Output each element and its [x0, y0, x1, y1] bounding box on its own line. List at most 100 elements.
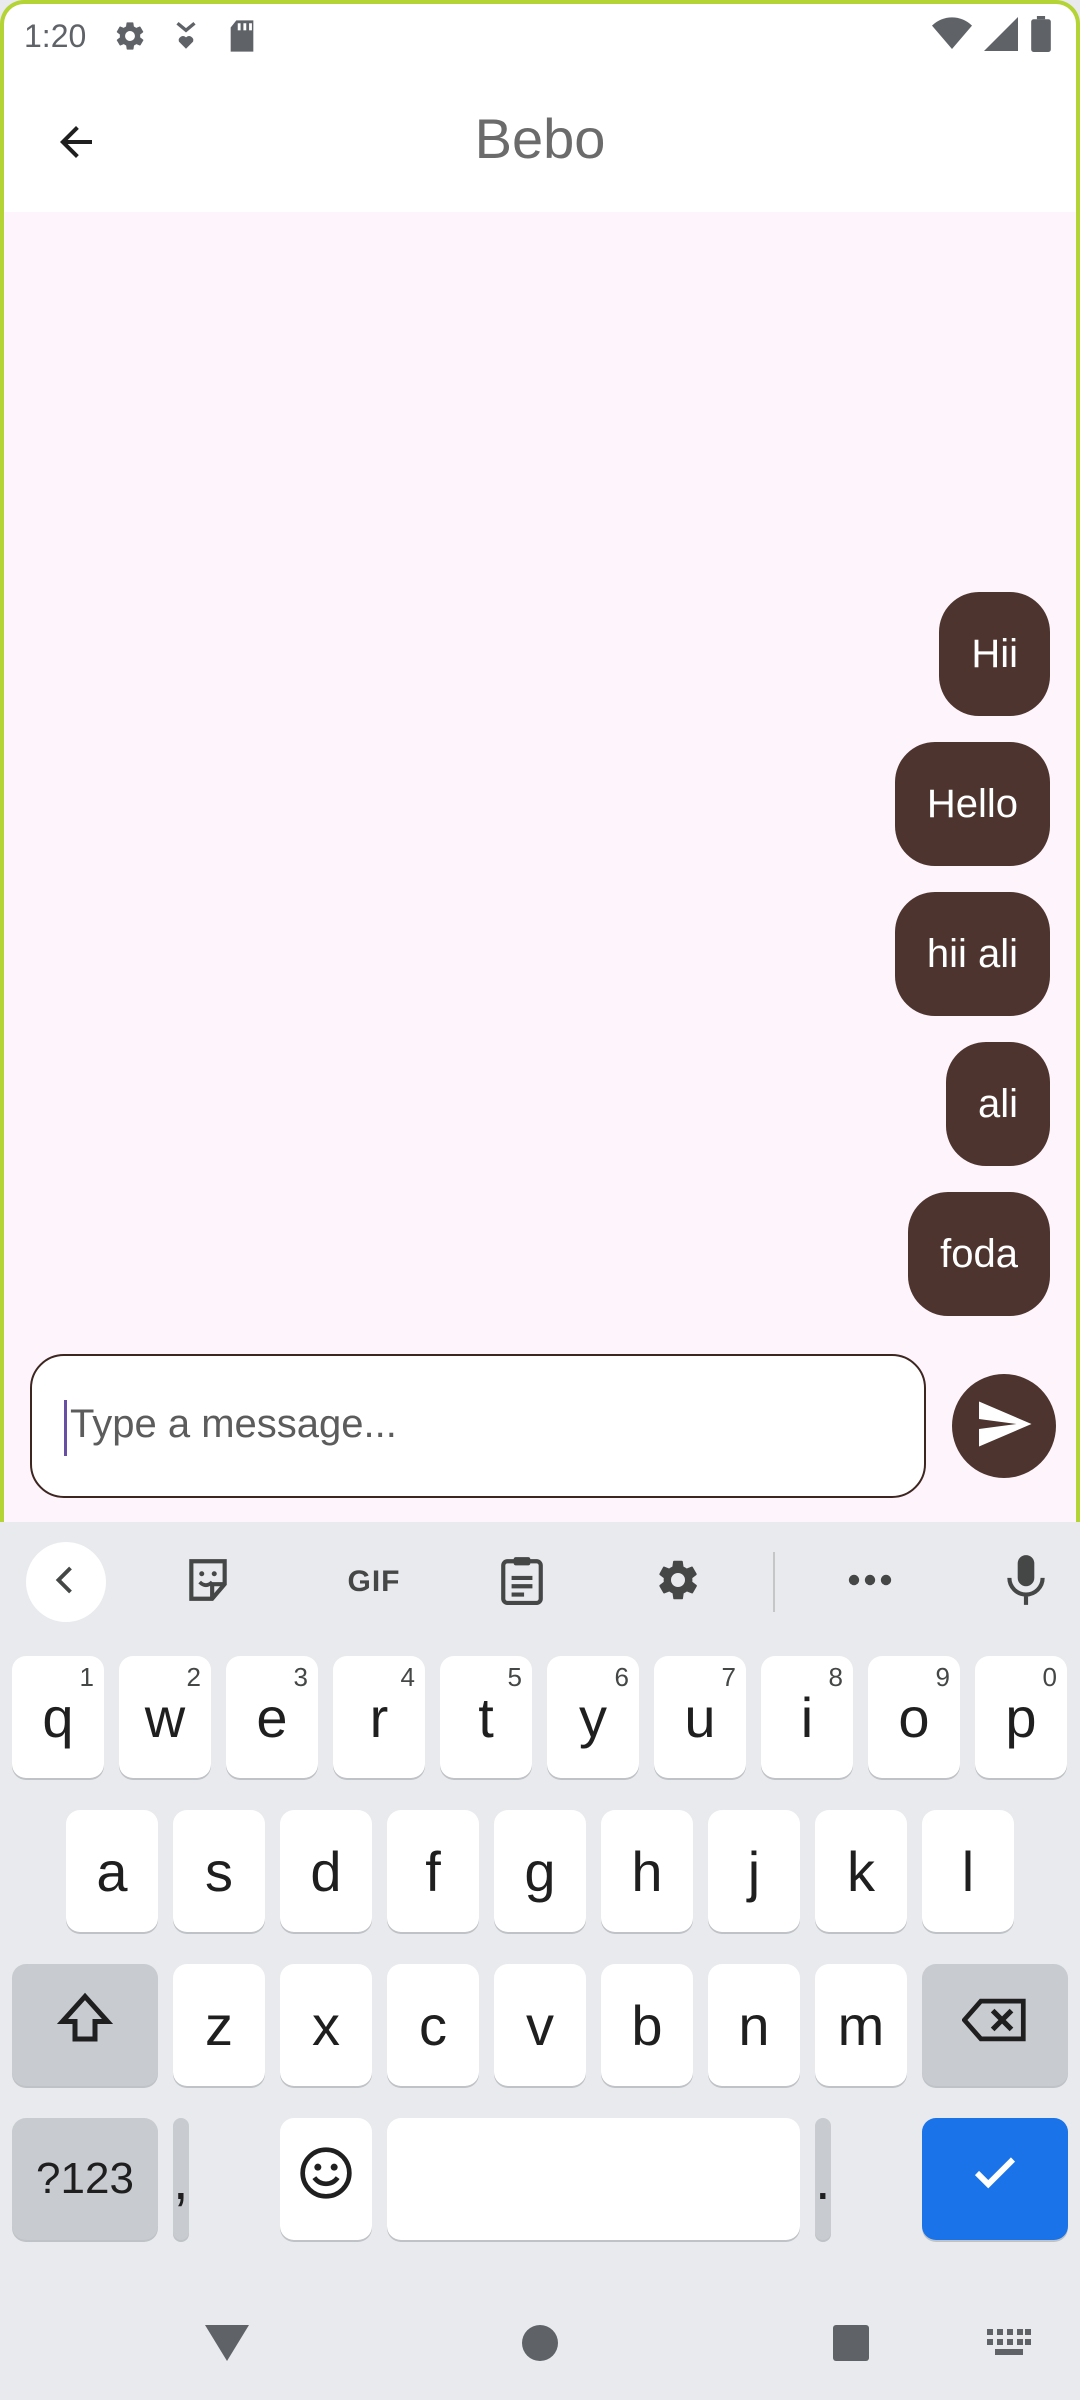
soft-keyboard: GIF q 1 w 2 e 3 r 4 t 5 y 6 u 7 i 8 o 9 … — [0, 1522, 1080, 2400]
period-key[interactable]: . — [815, 2118, 831, 2240]
microphone-icon — [1004, 1553, 1048, 1612]
key-e[interactable]: e3 — [226, 1656, 318, 1778]
key-c[interactable]: c — [387, 1964, 479, 2086]
key-label: o — [898, 1685, 930, 1749]
more-options-button[interactable] — [830, 1542, 910, 1622]
nav-back-button[interactable] — [192, 2310, 262, 2380]
keyboard-settings-button[interactable] — [638, 1542, 718, 1622]
send-icon — [974, 1394, 1034, 1459]
key-w[interactable]: w2 — [119, 1656, 211, 1778]
shift-key[interactable] — [12, 1964, 158, 2086]
download-heart-icon — [166, 16, 206, 56]
key-i[interactable]: i8 — [761, 1656, 853, 1778]
key-d[interactable]: d — [280, 1810, 372, 1932]
key-hint: 0 — [1042, 1662, 1057, 1692]
key-q[interactable]: q1 — [12, 1656, 104, 1778]
key-v[interactable]: v — [494, 1964, 586, 2086]
key-label: q — [42, 1685, 74, 1749]
chat-area[interactable]: Hii Hello hii ali ali foda — [4, 212, 1076, 1522]
sticker-button[interactable] — [168, 1542, 248, 1622]
send-button[interactable] — [952, 1374, 1056, 1478]
key-m[interactable]: m — [815, 1964, 907, 2086]
message-input-placeholder: Type a message... — [70, 1402, 397, 1446]
text-cursor — [64, 1400, 67, 1456]
key-label: u — [684, 1685, 716, 1749]
key-n[interactable]: n — [708, 1964, 800, 2086]
key-l[interactable]: l — [922, 1810, 1014, 1932]
shift-icon — [55, 1989, 115, 2062]
app-bar: Bebo — [4, 68, 1076, 212]
backspace-key[interactable] — [922, 1964, 1068, 2086]
key-hint: 6 — [614, 1662, 629, 1692]
key-z[interactable]: z — [173, 1964, 265, 2086]
clipboard-button[interactable] — [482, 1542, 562, 1622]
sticker-icon — [183, 1555, 233, 1610]
key-s[interactable]: s — [173, 1810, 265, 1932]
emoji-key[interactable] — [280, 2118, 372, 2240]
message-bubble[interactable]: Hii — [939, 592, 1050, 716]
key-o[interactable]: o9 — [868, 1656, 960, 1778]
key-b[interactable]: b — [601, 1964, 693, 2086]
key-k[interactable]: k — [815, 1810, 907, 1932]
message-bubble[interactable]: ali — [945, 1042, 1050, 1166]
key-hint: 4 — [400, 1662, 415, 1692]
status-right — [932, 15, 1052, 57]
key-u[interactable]: u7 — [654, 1656, 746, 1778]
key-hint: 2 — [186, 1662, 201, 1692]
more-horizontal-icon — [846, 1570, 894, 1595]
key-label: e — [256, 1685, 288, 1749]
sd-card-icon — [222, 16, 262, 56]
key-hint: 5 — [507, 1662, 522, 1692]
nav-recents-button[interactable] — [816, 2310, 886, 2380]
battery-icon — [1030, 15, 1052, 57]
key-label: i — [800, 1685, 814, 1749]
triangle-down-icon — [205, 2323, 249, 2368]
key-j[interactable]: j — [708, 1810, 800, 1932]
symbols-key[interactable]: ?123 — [12, 2118, 158, 2240]
key-h[interactable]: h — [601, 1810, 693, 1932]
key-p[interactable]: p0 — [975, 1656, 1067, 1778]
key-g[interactable]: g — [494, 1810, 586, 1932]
settings-gear-icon — [110, 16, 150, 56]
key-x[interactable]: x — [280, 1964, 372, 2086]
status-bar: 1:20 — [4, 4, 1076, 68]
message-bubble[interactable]: hii ali — [894, 892, 1050, 1016]
status-time: 1:20 — [24, 17, 87, 54]
key-hint: 3 — [293, 1662, 308, 1692]
gif-button[interactable]: GIF — [324, 1542, 424, 1622]
toolbar-divider — [773, 1552, 775, 1612]
key-r[interactable]: r4 — [333, 1656, 425, 1778]
key-label: y — [579, 1685, 607, 1749]
key-label: r — [369, 1685, 389, 1749]
wifi-icon — [932, 16, 972, 56]
key-f[interactable]: f — [387, 1810, 479, 1932]
voice-input-button[interactable] — [986, 1542, 1066, 1622]
navigation-bar — [0, 2288, 1080, 2400]
message-bubble[interactable]: foda — [908, 1192, 1050, 1316]
gear-icon — [654, 1556, 702, 1609]
message-input[interactable]: Type a message... — [30, 1354, 926, 1498]
gif-label: GIF — [347, 1565, 401, 1598]
app-window: 1:20 Bebo Hii Hello hii ali ali foda Typ… — [0, 0, 1080, 1522]
message-list: Hii Hello hii ali ali foda — [894, 592, 1050, 1316]
screen: 1:20 Bebo Hii Hello hii ali ali foda Typ… — [0, 0, 1080, 2400]
keyboard-switch-button[interactable] — [974, 2310, 1044, 2380]
keyboard-icon — [987, 2328, 1031, 2363]
key-hint: 8 — [828, 1662, 843, 1692]
keyboard-toolbar: GIF — [0, 1522, 1080, 1642]
message-bubble[interactable]: Hello — [894, 742, 1050, 866]
key-y[interactable]: y6 — [547, 1656, 639, 1778]
key-hint: 7 — [721, 1662, 736, 1692]
enter-key[interactable] — [922, 2118, 1068, 2240]
comma-key[interactable]: , — [173, 2118, 189, 2240]
key-t[interactable]: t5 — [440, 1656, 532, 1778]
clipboard-icon — [499, 1555, 545, 1610]
space-key[interactable] — [387, 2118, 800, 2240]
circle-home-icon — [520, 2323, 560, 2368]
backspace-icon — [961, 1993, 1028, 2058]
key-a[interactable]: a — [66, 1810, 158, 1932]
nav-home-button[interactable] — [505, 2310, 575, 2380]
key-label: w — [144, 1685, 186, 1749]
chat-title: Bebo — [474, 107, 606, 170]
keyboard-collapse-button[interactable] — [26, 1542, 106, 1622]
